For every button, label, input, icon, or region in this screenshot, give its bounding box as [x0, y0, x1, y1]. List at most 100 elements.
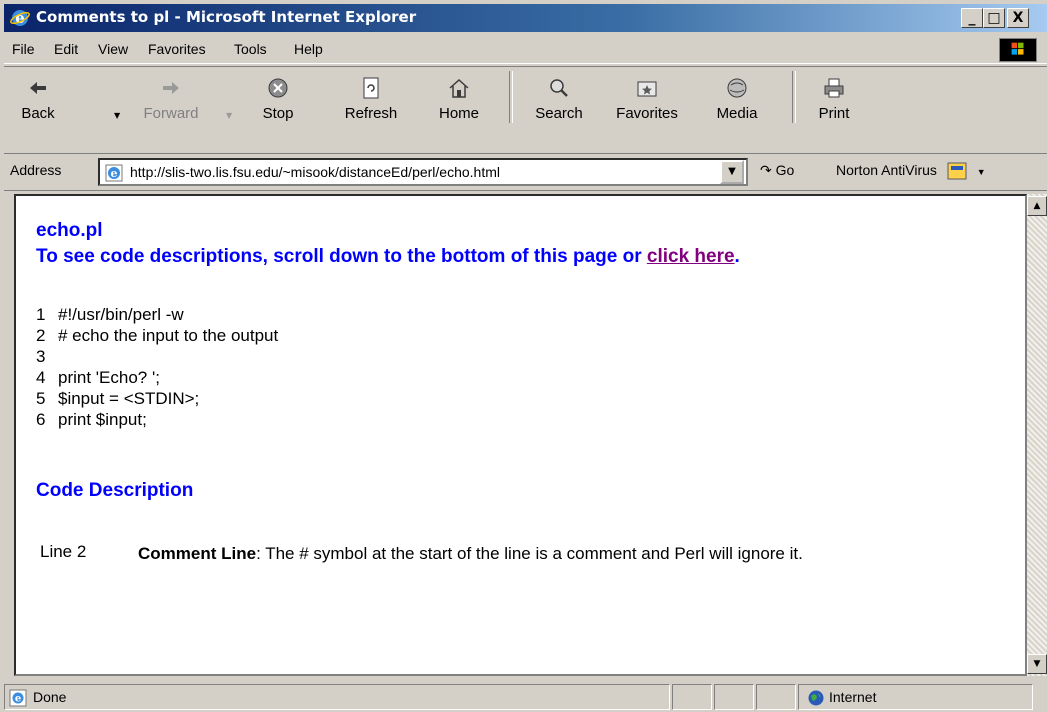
vertical-scrollbar[interactable]: ▲ ▼	[1027, 194, 1047, 676]
print-button[interactable]: Print	[814, 77, 854, 122]
line-number: 2	[36, 326, 46, 345]
back-arrow-icon	[30, 82, 46, 94]
address-label: Address	[10, 162, 62, 178]
internet-explorer-icon: e	[10, 9, 30, 27]
favorites-label: Favorites	[616, 105, 678, 122]
media-label: Media	[716, 105, 758, 122]
status-cell	[756, 684, 796, 710]
go-button[interactable]: ↷ Go	[760, 162, 794, 179]
page-icon: e	[105, 164, 123, 182]
click-here-link[interactable]: click here	[647, 246, 735, 267]
page-content: echo.pl To see code descriptions, scroll…	[14, 194, 1027, 676]
status-text: Done	[33, 689, 67, 705]
search-label: Search	[535, 105, 583, 122]
browser-window: e Comments to pl - Microsoft Internet Ex…	[0, 0, 1047, 712]
menu-tools[interactable]: Tools	[234, 41, 267, 57]
line-number: 3	[36, 347, 46, 366]
code-listing: 1 #!/usr/bin/perl -w 2 # echo the input to…	[36, 304, 278, 430]
chevron-down-icon: ▼	[728, 166, 736, 177]
chevron-up-icon: ▲	[1033, 201, 1041, 211]
description-line-label: Line 2	[40, 542, 87, 561]
search-button[interactable]: Search	[530, 77, 588, 122]
page-heading: echo.pl	[36, 220, 103, 241]
address-input[interactable]: e http://slis-two.lis.fsu.edu/~misook/di…	[98, 158, 748, 186]
window-title: Comments to pl - Microsoft Internet Expl…	[36, 8, 417, 26]
media-button[interactable]: Media	[710, 77, 764, 122]
code-line: 2 # echo the input to the output	[36, 325, 278, 346]
address-dropdown-button[interactable]: ▼	[720, 160, 744, 184]
code-text: $input = <STDIN>;	[58, 389, 200, 408]
scroll-down-button[interactable]: ▼	[1027, 654, 1047, 674]
code-line: 1 #!/usr/bin/perl -w	[36, 304, 278, 325]
refresh-button[interactable]: Refresh	[338, 77, 404, 122]
zone-text: Internet	[829, 689, 877, 705]
menu-help[interactable]: Help	[294, 41, 323, 57]
menu-view[interactable]: View	[98, 41, 128, 57]
search-icon	[550, 79, 568, 97]
note-text: To see code descriptions, scroll down to…	[36, 246, 647, 267]
home-icon	[449, 78, 469, 98]
menu-favorites[interactable]: Favorites	[148, 41, 206, 57]
print-icon	[824, 78, 844, 98]
close-button[interactable]: X	[1007, 8, 1029, 28]
stop-label: Stop	[262, 105, 294, 122]
description-text: Comment Line: The # symbol at the start …	[138, 542, 998, 565]
norton-antivirus-button[interactable]: Norton AntiVirus ▼	[836, 162, 986, 180]
code-line: 3	[36, 346, 278, 367]
line-number: 4	[36, 368, 46, 387]
svg-text:e: e	[15, 694, 21, 705]
home-button[interactable]: Home	[434, 77, 484, 122]
media-icon	[727, 78, 747, 98]
forward-dropdown-icon[interactable]: ▼	[226, 111, 232, 120]
title-bar[interactable]: e Comments to pl - Microsoft Internet Ex…	[4, 4, 1047, 32]
code-line: 6 print $input;	[36, 409, 278, 430]
forward-button[interactable]: Forward	[134, 77, 208, 122]
home-label: Home	[438, 105, 479, 122]
refresh-label: Refresh	[344, 105, 398, 122]
favorites-icon	[637, 81, 657, 97]
refresh-icon	[363, 77, 379, 99]
toolbar-separator	[792, 71, 796, 123]
note-suffix: .	[734, 246, 740, 267]
windows-logo-icon	[999, 38, 1037, 62]
maximize-icon: □	[987, 10, 1001, 26]
code-text: #!/usr/bin/perl -w	[58, 305, 184, 324]
minimize-icon: _	[968, 10, 976, 26]
back-dropdown-icon[interactable]: ▼	[114, 111, 120, 120]
chevron-down-icon: ▼	[1033, 659, 1041, 669]
minimize-button[interactable]: _	[961, 8, 983, 28]
favorites-button[interactable]: Favorites	[608, 77, 686, 122]
menu-file[interactable]: File	[12, 41, 35, 57]
code-description-heading: Code Description	[36, 480, 194, 501]
back-button[interactable]: Back	[16, 77, 60, 122]
maximize-button[interactable]: □	[983, 8, 1005, 28]
svg-text:e: e	[111, 167, 118, 180]
norton-label: Norton AntiVirus	[836, 162, 937, 178]
globe-icon	[808, 690, 824, 706]
code-line: 5 $input = <STDIN>;	[36, 388, 278, 409]
line-number: 5	[36, 389, 46, 408]
forward-arrow-icon	[163, 82, 179, 94]
security-zone-panel: Internet	[798, 684, 1033, 710]
page-done-icon: e	[9, 689, 27, 707]
back-label: Back	[21, 105, 55, 122]
menu-bar: File Edit View Favorites Tools Help	[4, 35, 1047, 64]
menu-edit[interactable]: Edit	[54, 41, 78, 57]
status-text-panel: e Done	[4, 684, 670, 710]
stop-button[interactable]: Stop	[256, 77, 300, 122]
close-icon: X	[1012, 10, 1024, 26]
stop-icon	[268, 78, 288, 98]
print-label: Print	[818, 105, 850, 122]
code-text: print 'Echo? ';	[58, 368, 160, 387]
norton-icon	[947, 162, 967, 180]
toolbar-separator	[509, 71, 513, 123]
line-number: 1	[36, 305, 46, 324]
address-bar: Address e http://slis-two.lis.fsu.edu/~m…	[4, 154, 1047, 191]
norton-dropdown-icon[interactable]: ▼	[977, 167, 986, 177]
description-body: : The # symbol at the start of the line …	[256, 544, 803, 563]
standard-toolbar: Back ▼ Forward ▼ Stop Refresh Home Searc…	[4, 66, 1047, 154]
svg-text:e: e	[15, 9, 25, 27]
description-term: Comment Line	[138, 544, 257, 563]
scroll-up-button[interactable]: ▲	[1027, 196, 1047, 216]
go-arrow-icon: ↷	[760, 162, 772, 178]
